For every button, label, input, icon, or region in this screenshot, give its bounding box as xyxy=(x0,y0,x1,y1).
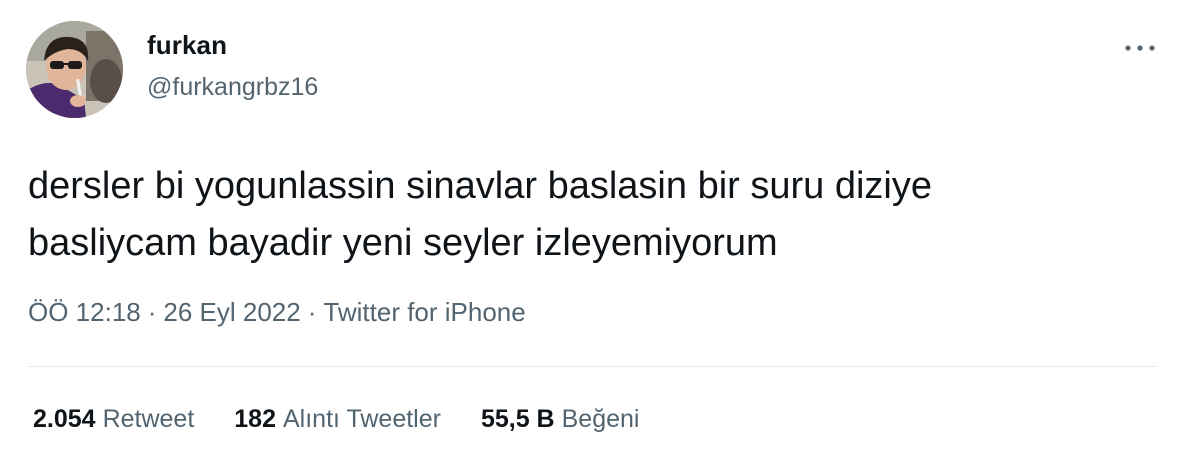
tweet-meta: ÖÖ 12:18 · 26 Eyl 2022 · Twitter for iPhone xyxy=(28,297,526,328)
profile-photo xyxy=(26,21,123,118)
meta-separator: · xyxy=(307,297,317,327)
divider xyxy=(28,366,1158,367)
retweets-count: 2.054 xyxy=(33,405,96,433)
retweets-label: Retweet xyxy=(102,405,195,433)
tweet-card: furkan @furkangrbz16 dersler bi yogunlas… xyxy=(0,0,1188,466)
likes-count: 55,5 B xyxy=(480,405,555,433)
quote-tweets-count: 182 xyxy=(234,405,276,433)
more-options-button[interactable] xyxy=(1122,36,1158,60)
quote-tweets-stat[interactable]: 182 Alıntı Tweetler xyxy=(234,405,441,434)
author-handle[interactable]: @furkangrbz16 xyxy=(147,73,318,102)
tweet-text: dersler bi yogunlassin sinavlar baslasin… xyxy=(28,158,1148,272)
tweet-text-line: basliycam bayadir yeni seyler izleyemiyo… xyxy=(28,222,778,264)
more-horizontal-icon xyxy=(1125,45,1155,51)
quote-tweets-label: Alıntı Tweetler xyxy=(283,405,441,433)
retweets-stat[interactable]: 2.054 Retweet xyxy=(33,405,194,434)
tweet-date[interactable]: 26 Eyl 2022 xyxy=(163,297,300,327)
meta-separator: · xyxy=(147,297,157,327)
likes-label: Beğeni xyxy=(561,405,640,433)
tweet-text-line: dersler bi yogunlassin sinavlar baslasin… xyxy=(28,165,932,207)
tweet-source[interactable]: Twitter for iPhone xyxy=(323,297,525,327)
likes-stat[interactable]: 55,5 B Beğeni xyxy=(481,405,640,434)
tweet-time[interactable]: ÖÖ 12:18 xyxy=(28,297,141,327)
tweet-stats: 2.054 Retweet 182 Alıntı Tweetler 55,5 B… xyxy=(33,405,679,434)
avatar[interactable] xyxy=(26,21,123,118)
author-display-name[interactable]: furkan xyxy=(147,30,227,61)
